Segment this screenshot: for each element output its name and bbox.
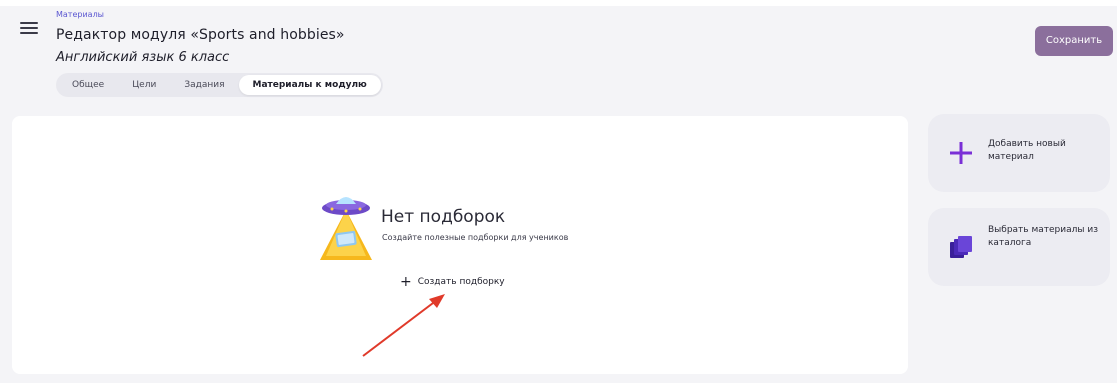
plus-icon [950,142,972,164]
plus-icon: + [400,274,412,290]
ufo-icon [320,197,372,260]
tab-module-materials[interactable]: Материалы к модулю [238,75,381,95]
menu-icon[interactable] [20,22,38,38]
collections-panel: Нет подборок Создайте полезные подборки … [12,116,908,374]
tab-bar: Общее Цели Задания Материалы к модулю [56,73,383,97]
tab-tasks[interactable]: Задания [170,75,238,95]
add-new-material-card[interactable]: Добавить новый материал [928,114,1110,192]
select-from-catalog-card[interactable]: Выбрать материалы из каталога [928,208,1110,286]
tab-general[interactable]: Общее [58,75,118,95]
add-new-material-label: Добавить новый материал [988,139,1066,162]
page-subtitle: Английский язык 6 класс [56,50,230,65]
empty-state-description: Создайте полезные подборки для учеников [382,233,569,242]
page-title: Редактор модуля «Sports and hobbies» [56,27,345,43]
save-button[interactable]: Сохранить [1035,26,1113,56]
select-from-catalog-label: Выбрать материалы из каталога [988,225,1098,248]
create-collection-label: Создать подборку [417,277,505,287]
page-header: Материалы Редактор модуля «Sports and ho… [0,0,1117,108]
breadcrumb[interactable]: Материалы [56,10,104,19]
books-icon [950,236,972,258]
tab-goals[interactable]: Цели [118,75,170,95]
annotation-arrow-icon [362,294,445,357]
empty-state-title: Нет подборок [381,207,506,227]
create-collection-button[interactable]: + Создать подборку [400,273,505,291]
